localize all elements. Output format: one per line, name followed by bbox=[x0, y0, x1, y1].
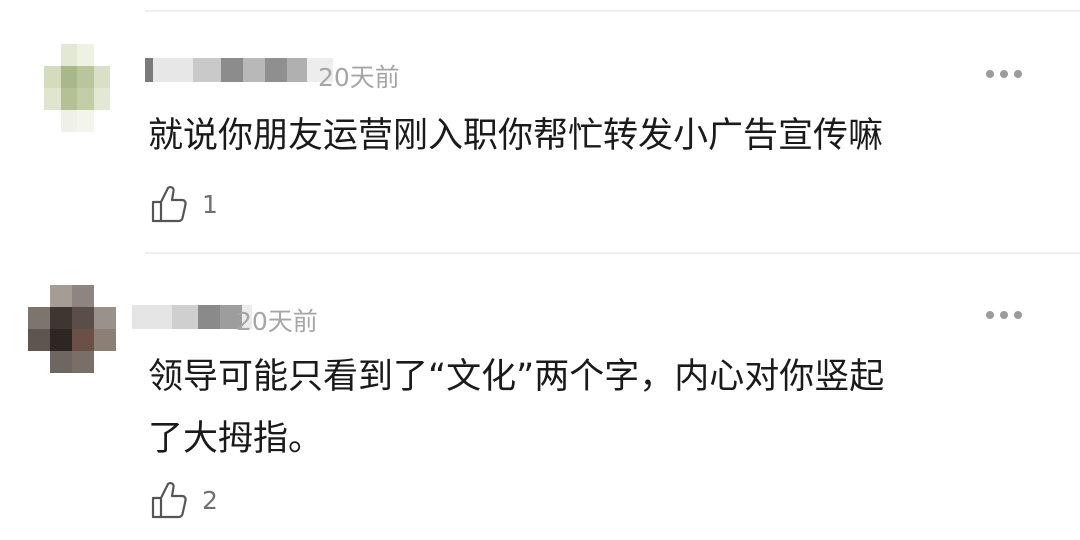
like-count: 1 bbox=[202, 189, 218, 219]
more-icon[interactable] bbox=[986, 70, 1022, 78]
thumbs-up-icon bbox=[151, 186, 187, 223]
comment-text-line: 领导可能只看到了“文化”两个字，内心对你竖起 bbox=[148, 357, 885, 397]
comment-text: 就说你朋友运营刚入职你帮忙转发小广告宣传嘛 bbox=[148, 116, 884, 156]
like-button[interactable]: 1 bbox=[150, 184, 218, 224]
like-button[interactable]: 2 bbox=[150, 480, 218, 520]
username-blurred[interactable] bbox=[145, 55, 333, 85]
divider bbox=[145, 10, 1080, 12]
like-count: 2 bbox=[202, 485, 218, 515]
comment-text-line: 了大拇指。 bbox=[148, 419, 324, 459]
comment-list: 20天前 就说你朋友运营刚入职你帮忙转发小广告宣传嘛 1 20天前 领导可能只看… bbox=[0, 0, 1080, 540]
blurred-avatar-icon[interactable] bbox=[44, 44, 110, 132]
username-blurred[interactable] bbox=[132, 302, 252, 332]
blurred-avatar-icon[interactable] bbox=[28, 285, 116, 373]
comment-timestamp: 20天前 bbox=[318, 63, 400, 92]
divider bbox=[145, 252, 1080, 254]
more-icon[interactable] bbox=[986, 311, 1022, 319]
comment-timestamp: 20天前 bbox=[236, 307, 318, 336]
thumbs-up-icon bbox=[151, 482, 187, 519]
